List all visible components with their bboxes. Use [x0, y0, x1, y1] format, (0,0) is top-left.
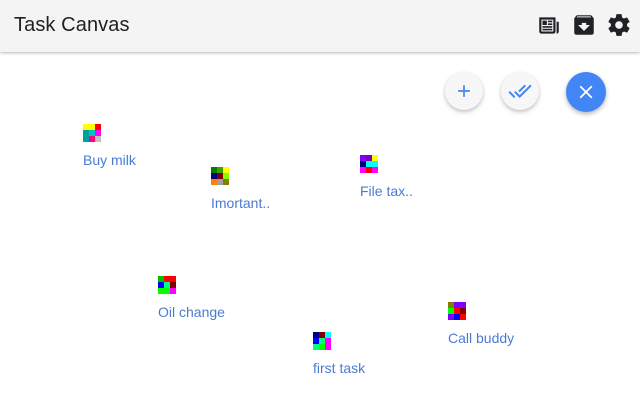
task-item-oil-change[interactable]: Oil change — [158, 276, 225, 320]
task-item-call-buddy[interactable]: Call buddy — [448, 302, 514, 346]
icon-pixel — [466, 320, 472, 326]
task-label: Oil change — [158, 304, 225, 320]
task-canvas[interactable]: Buy milk Imortant.. File tax.. Oil chang… — [0, 52, 640, 400]
task-label: Call buddy — [448, 330, 515, 346]
close-icon — [579, 85, 593, 99]
icon-pixel — [378, 173, 384, 179]
task-label: Buy milk — [83, 152, 136, 168]
icon-pixel — [229, 185, 235, 191]
close-button[interactable] — [566, 72, 606, 112]
task-label: first task — [313, 360, 366, 376]
task-item-buy-milk[interactable]: Buy milk — [83, 124, 136, 168]
icon-pixel — [176, 294, 182, 300]
gear-icon[interactable] — [606, 12, 632, 38]
task-pixel-icon — [448, 302, 472, 326]
task-label: Imortant.. — [211, 195, 271, 211]
add-task-button[interactable] — [445, 72, 483, 110]
task-pixel-icon — [211, 167, 235, 191]
complete-all-button[interactable] — [501, 72, 539, 110]
task-label: File tax.. — [360, 183, 413, 199]
task-item-first-task[interactable]: first task — [313, 332, 365, 376]
plus-icon — [458, 85, 470, 97]
app-bar: Task Canvas — [0, 0, 640, 52]
icon-pixel — [101, 142, 107, 148]
done-all-icon — [508, 84, 532, 98]
task-pixel-icon — [158, 276, 182, 300]
task-item-file-tax[interactable]: File tax.. — [360, 155, 413, 199]
task-pixel-icon — [83, 124, 107, 148]
archive-icon[interactable] — [571, 12, 597, 38]
task-item-important[interactable]: Imortant.. — [211, 167, 270, 211]
newspaper-icon[interactable] — [536, 12, 562, 38]
task-pixel-icon — [313, 332, 337, 356]
icon-pixel — [331, 350, 337, 356]
task-pixel-icon — [360, 155, 384, 179]
app-title: Task Canvas — [14, 14, 130, 36]
